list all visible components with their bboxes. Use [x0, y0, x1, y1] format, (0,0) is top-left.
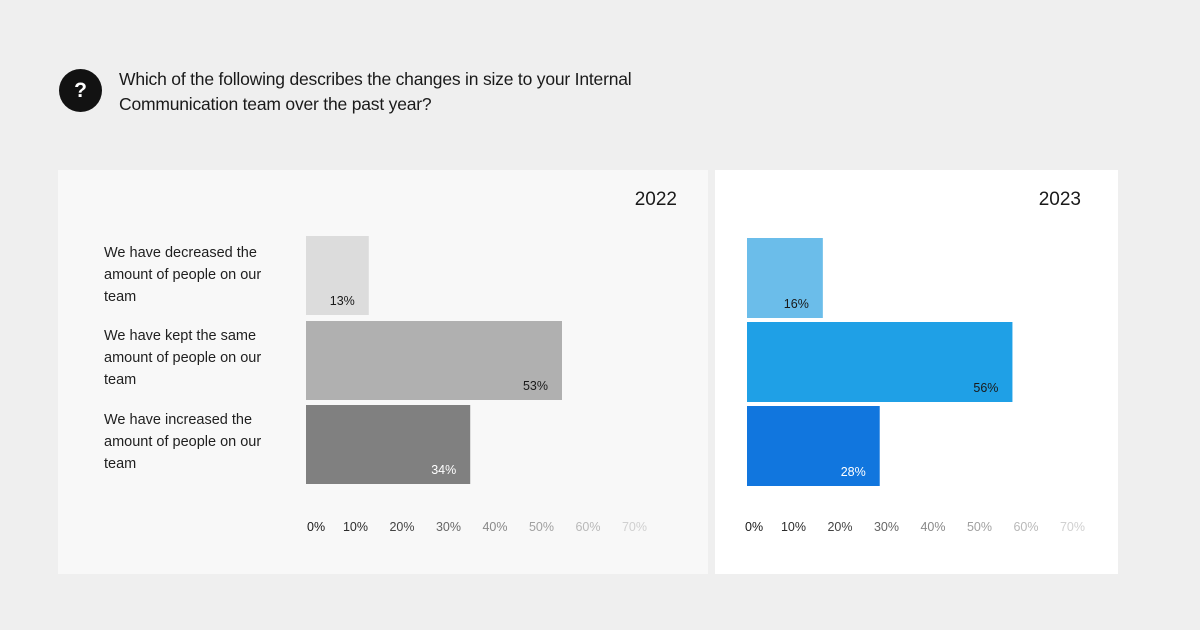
x-tick-label-2023: 20% — [827, 520, 852, 534]
x-tick-label-2023: 10% — [781, 520, 806, 534]
bar-value-label-2022-increased: 34% — [431, 463, 456, 477]
bar-chart-2023: 16% 56% 28% 0% 10% 20% 30% 40% 50% 60% 70% — [745, 238, 1085, 534]
question-mark-glyph: ? — [74, 78, 87, 102]
x-tick-label-2023: 0% — [745, 520, 763, 534]
x-tick-label-2022: 10% — [343, 520, 368, 534]
x-tick-label-2023: 60% — [1013, 520, 1038, 534]
question-text: Which of the following describes the cha… — [119, 69, 632, 114]
x-tick-label-2022: 70% — [622, 520, 647, 534]
bar-value-label-2023-increased: 28% — [841, 465, 866, 479]
bar-value-label-2022-decreased: 13% — [330, 294, 355, 308]
x-tick-label-2023: 70% — [1060, 520, 1085, 534]
x-tick-label-2022: 50% — [529, 520, 554, 534]
bar-chart-2022: 13% 53% 34% 0% 10% 20% 30% 40% 50% 60% 70% — [306, 236, 647, 534]
x-tick-label-2022: 60% — [575, 520, 600, 534]
x-tick-label-2022: 20% — [389, 520, 414, 534]
x-tick-label-2023: 40% — [920, 520, 945, 534]
chart-panel-2022: 2022 We have decreased the amount of peo… — [58, 170, 708, 574]
x-tick-label-2022: 30% — [436, 520, 461, 534]
bar-value-label-2023-decreased: 16% — [784, 297, 809, 311]
x-tick-label-2023: 30% — [874, 520, 899, 534]
x-tick-label-2023: 50% — [967, 520, 992, 534]
bar-value-label-2023-same: 56% — [973, 381, 998, 395]
chart-panel-2023: 2023 16% 56% 28% 0% 10% 20% 30% 40% 50% 60% 70% — [715, 170, 1118, 574]
x-tick-label-2022: 0% — [307, 520, 325, 534]
x-tick-label-2022: 40% — [482, 520, 507, 534]
bar-value-label-2022-same: 53% — [523, 379, 548, 393]
question-mark-icon: ? — [59, 69, 102, 112]
